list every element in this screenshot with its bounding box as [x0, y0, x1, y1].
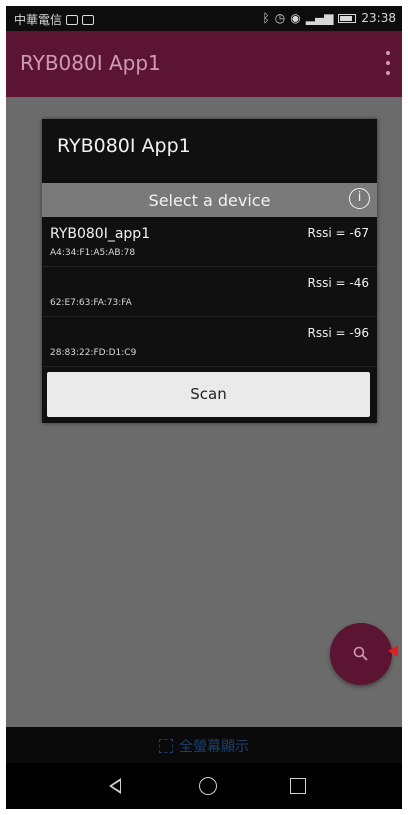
back-icon-inner — [112, 781, 120, 791]
status-left: 中華電信 — [14, 11, 95, 28]
dialog-header-label: Select a device — [148, 191, 271, 210]
scan-button[interactable]: Scan — [47, 372, 370, 417]
app-bar: RYB080I App1 — [6, 31, 402, 97]
signal-icon: ▂▄▆ — [305, 11, 334, 25]
device-rssi: Rssi = -96 — [307, 326, 369, 340]
fullscreen-label: 全螢幕顯示 — [179, 739, 249, 755]
dialog-title: RYB080I App1 — [57, 135, 191, 157]
overflow-dot — [386, 71, 390, 75]
device-name: RYB080I_app1 — [50, 226, 151, 242]
message-icon — [82, 14, 95, 25]
device-address: A4:34:F1:A5:AB:78 — [50, 248, 136, 258]
app-title: RYB080I App1 — [20, 51, 161, 75]
bluetooth-icon: ᛒ — [262, 11, 270, 25]
fullscreen-bar-content: 全螢幕顯示 — [6, 736, 402, 756]
gallery-icon — [66, 14, 79, 25]
eye-icon: ◉ — [290, 11, 301, 25]
status-right: ᛒ ◷ ◉ ▂▄▆ 23:38 — [263, 11, 396, 25]
search-icon — [353, 646, 368, 661]
device-select-dialog: RYB080I App1 Select a device i RYB080I_a… — [42, 119, 377, 423]
navigation-bar — [6, 763, 402, 809]
phone-screen: 中華電信 ᛒ ◷ ◉ ▂▄▆ 23:38 RYB080I App1 RYB080… — [6, 6, 402, 809]
overflow-dot — [386, 61, 390, 65]
recent-apps-icon[interactable] — [290, 778, 306, 794]
fullscreen-bar[interactable]: 全螢幕顯示 — [6, 727, 402, 763]
device-rssi: Rssi = -46 — [307, 276, 369, 290]
alarm-icon: ◷ — [274, 11, 286, 25]
status-time: 23:38 — [361, 11, 396, 25]
overflow-menu-icon[interactable] — [384, 51, 392, 75]
device-address: 62:E7:63:FA:73:FA — [50, 298, 132, 308]
device-list-item[interactable]: 28:83:22:FD:D1:C9 Rssi = -96 — [42, 317, 377, 367]
overflow-dot — [386, 51, 390, 55]
home-icon[interactable] — [199, 777, 217, 795]
device-list-item[interactable]: 62:E7:63:FA:73:FA Rssi = -46 — [42, 267, 377, 317]
search-fab[interactable] — [330, 623, 392, 685]
dialog-header: Select a device i — [42, 183, 377, 217]
red-pointer-arrow — [388, 645, 398, 657]
status-bar: 中華電信 ᛒ ◷ ◉ ▂▄▆ 23:38 — [6, 6, 402, 31]
battery-icon — [338, 13, 357, 23]
device-address: 28:83:22:FD:D1:C9 — [50, 348, 137, 358]
fullscreen-icon — [159, 739, 173, 753]
info-icon[interactable]: i — [349, 188, 370, 209]
carrier-label: 中華電信 — [14, 13, 63, 27]
device-rssi: Rssi = -67 — [307, 226, 369, 240]
device-list-item[interactable]: RYB080I_app1 A4:34:F1:A5:AB:78 Rssi = -6… — [42, 217, 377, 267]
device-list: RYB080I_app1 A4:34:F1:A5:AB:78 Rssi = -6… — [42, 217, 377, 367]
